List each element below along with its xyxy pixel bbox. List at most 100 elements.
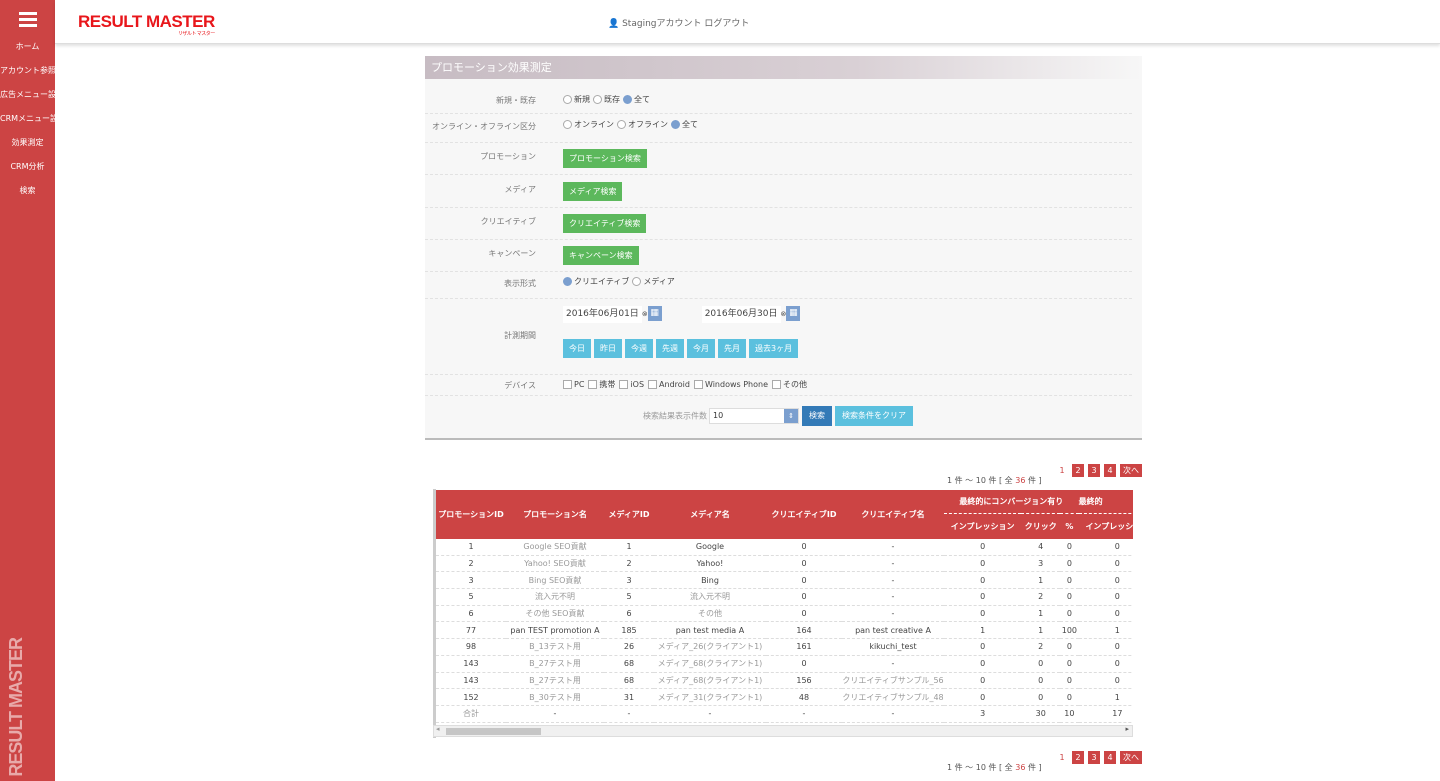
radio-online-2[interactable] [671,120,680,129]
page-link[interactable]: 3 [1088,464,1100,477]
campaign-control: キャンペーン検索 [563,246,639,265]
page-link[interactable]: 2 [1072,464,1084,477]
creative-search-button[interactable]: クリエイティブ検索 [563,214,647,233]
period-control: 2016年06月01日 ⊗ ▦ 2016年06月30日 ⊗ ▦ 今日 昨日 今週 先週 今月 先月 過去… [563,306,801,358]
media-search-button[interactable]: メディア検索 [563,182,623,201]
radio-label: 新規 [574,95,590,104]
table-cell: - [842,588,944,606]
page-link[interactable]: 4 [1104,751,1116,764]
sidebar-item[interactable]: アカウント参照 [0,59,55,83]
column-header[interactable]: メディア名 [654,489,766,539]
radio-online-1[interactable] [617,120,626,129]
device-control: PC 携帯 iOS Android Windows Phone その他 [563,379,811,390]
page-link[interactable]: 4 [1104,464,1116,477]
quick-range-button[interactable]: 先月 [718,339,746,358]
table-cell: pan test creative A [842,621,944,640]
table-cell: 77 [436,621,506,640]
table-cell: メディア_31(クライアント1) [654,688,766,706]
horizontal-scrollbar[interactable]: ◂ ▸ [433,725,1133,737]
result-count-bottom: 1 件 〜 10 件 [ 全 36 件 ] [947,762,1042,773]
table-cell: 0 [1060,638,1079,656]
logo[interactable]: RESULT MASTER リザルト マスター [78,12,215,37]
device-checkbox[interactable] [619,380,629,389]
radio-new_existing-0[interactable] [563,95,572,104]
device-checkbox[interactable] [563,380,572,389]
radio-display-1[interactable] [632,277,642,286]
promotion-control: プロモーション検索 [563,149,647,168]
table-cell: 31 [604,688,654,706]
sidebar-item[interactable]: ホーム [0,35,55,59]
quick-range-button[interactable]: 昨日 [594,339,622,358]
column-header[interactable]: プロモーション名 [506,489,604,539]
quick-range-buttons: 今日 昨日 今週 先週 今月 先月 過去3ヶ月 [563,339,801,358]
date-to-input[interactable]: 2016年06月30日 [701,306,781,323]
logo-sub: リザルト マスター [177,31,215,37]
table-cell: Google [654,538,766,556]
device-checkbox[interactable] [772,380,782,389]
column-header[interactable]: クリエイティブID [766,489,842,539]
table-cell: 164 [766,621,842,640]
results-table: プロモーションID プロモーション名 メディアID メディア名 クリエイティブID クリエ… [433,489,1133,738]
column-subheader[interactable]: % [1060,513,1079,539]
promotion-search-button[interactable]: プロモーション検索 [563,149,647,168]
campaign-search-button[interactable]: キャンペーン検索 [563,246,639,265]
table-cell: 2 [436,555,506,573]
sidebar-item[interactable]: 検索 [0,179,55,203]
table-row: 合計 - - - - -3 30 10 17 [436,705,1133,723]
clear-conditions-button[interactable]: 検索条件をクリア [835,406,913,426]
creative-control: クリエイティブ検索 [563,214,647,233]
sidebar-item[interactable]: 広告メニュー設定 [0,83,55,107]
table-cell: pan test media A [654,621,766,640]
table-cell: Google SEO貢献 [506,538,604,556]
table-cell: 0 [1021,672,1061,690]
logout-link[interactable]: ログアウト [704,19,749,29]
page-link[interactable]: 1 [1056,464,1068,477]
quick-range-button[interactable]: 今日 [563,339,591,358]
pager-post: 件 ] [1027,763,1042,772]
quick-range-button[interactable]: 今週 [625,339,653,358]
calendar-icon[interactable]: ▦ [647,306,662,321]
device-checkbox[interactable] [588,380,598,389]
pager-total: 36 [1015,763,1026,772]
page-link[interactable]: 3 [1088,751,1100,764]
page-link[interactable]: 1 [1056,751,1068,764]
device-checkbox[interactable] [648,380,658,389]
column-header[interactable]: メディアID [604,489,654,539]
page-link[interactable]: 2 [1072,751,1084,764]
table-row: 6 その他 SEO貢献 6 その他 0-0 1 0 0 [436,605,1133,623]
sidebar-item[interactable]: CRMメニュー設... [0,107,55,131]
column-header[interactable]: クリエイティブ名 [842,489,944,539]
next-page-button[interactable]: 次へ [1120,751,1142,764]
radio-new_existing-2[interactable] [623,95,632,104]
hamburger-menu-icon[interactable] [18,12,37,27]
table-cell: メディア_26(クライアント1) [654,638,766,656]
calendar-icon[interactable]: ▦ [786,306,801,321]
quick-range-button[interactable]: 先週 [656,339,684,358]
scrollbar-thumb[interactable] [446,728,541,735]
device-checkbox[interactable] [693,380,703,389]
quick-range-button[interactable]: 過去3ヶ月 [749,339,799,358]
spinner-icon[interactable]: ⇕ [784,409,798,423]
radio-new_existing-1[interactable] [593,95,602,104]
quick-range-button[interactable]: 今月 [687,339,715,358]
column-subheader[interactable]: インプレッション [944,513,1022,539]
group-header: 最終的にコンバージョン有り [944,489,1079,514]
sidebar-item[interactable]: 効果測定 [0,131,55,155]
next-page-button[interactable]: 次へ [1120,464,1142,477]
column-subheader[interactable]: インプレッション [1078,513,1133,539]
table-cell: - [842,555,944,573]
radio-display-0[interactable] [563,277,572,286]
count-select[interactable]: 10 ⇕ [709,408,799,424]
account-name[interactable]: Stagingアカウント [622,19,701,29]
table-cell: Yahoo! [654,555,766,573]
table-cell: 4 [1021,538,1061,556]
device-label: その他 [783,380,808,389]
radio-online-0[interactable] [563,120,572,129]
online-offline-label: オンライン・オフライン区分 [432,122,536,131]
date-from-input[interactable]: 2016年06月01日 [563,306,642,323]
table-cell: 17 [1078,705,1133,723]
column-subheader[interactable]: クリック [1021,513,1061,539]
search-button[interactable]: 検索 [802,406,832,426]
sidebar-item[interactable]: CRM分析 [0,155,55,179]
column-header[interactable]: プロモーションID [436,489,506,539]
